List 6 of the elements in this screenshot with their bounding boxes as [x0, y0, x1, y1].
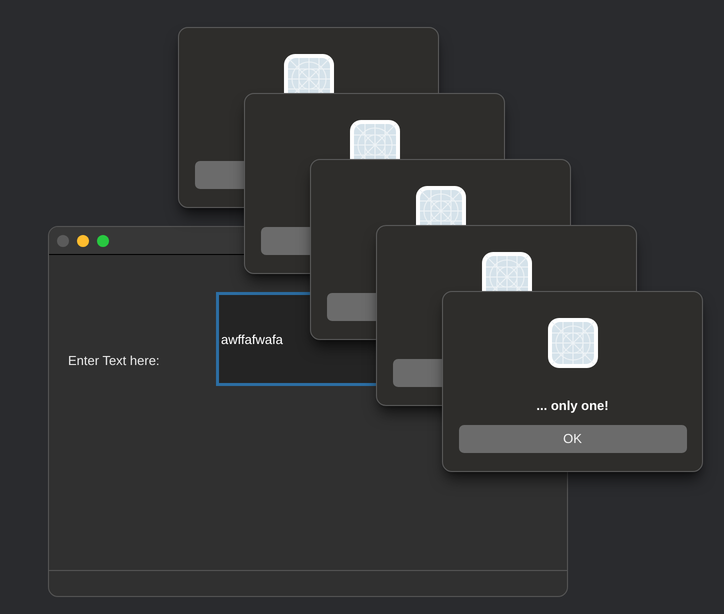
zoom-button[interactable] [97, 234, 109, 246]
field-label: Enter Text here: [68, 352, 160, 370]
ok-button[interactable]: OK [458, 425, 686, 453]
minimize-button[interactable] [77, 234, 89, 246]
alert-message: ... only one! [536, 397, 609, 416]
app-icon [546, 317, 598, 369]
